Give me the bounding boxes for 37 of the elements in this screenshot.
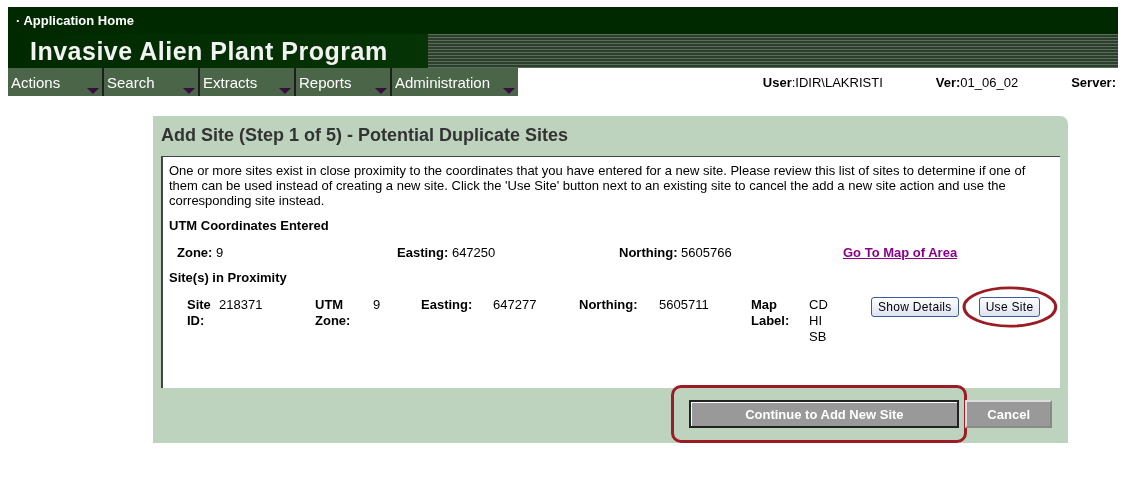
- menu-item[interactable]: Administration: [392, 68, 518, 96]
- field-value: CD: [809, 297, 828, 313]
- field-label: Site ID:: [187, 297, 212, 329]
- section-heading: Site(s) in Proximity: [169, 270, 288, 285]
- site-button[interactable]: Use Site: [978, 297, 1041, 317]
- home-link[interactable]: · Application Home: [16, 13, 134, 28]
- coordinate-field: Northing: 5605766: [619, 245, 843, 260]
- field-value: SB: [809, 329, 828, 345]
- caret-icon: [183, 88, 195, 94]
- coordinate-field: Easting: 647250: [397, 245, 619, 260]
- caret-icon: [503, 88, 515, 94]
- site-button[interactable]: Show Details: [871, 297, 959, 317]
- menu-item[interactable]: Search: [104, 68, 198, 96]
- panel-title: Add Site (Step 1 of 5) - Potential Duplicate Sites: [161, 124, 570, 147]
- caret-icon: [87, 88, 99, 94]
- field-label: Easting:: [421, 297, 474, 313]
- user-info: User:IDIR\LAKRISTI: [762, 74, 883, 90]
- caret-icon: [279, 88, 291, 94]
- section-heading: UTM Coordinates Entered: [169, 218, 330, 233]
- user-info: Ver:01_06_02: [935, 74, 1019, 90]
- field-value: 647277: [493, 297, 537, 313]
- field-label: UTM Zone:: [315, 297, 352, 329]
- field-value: HI: [809, 313, 823, 329]
- menu-item[interactable]: Extracts: [200, 68, 294, 96]
- description: One or more sites exist in close proximity to the coordinates that you have entered for a new site. Please review this list of sites to determine if one of them can be used instead of creating a new site. Click the 'Use Site' button next to an existing site to cancel the add a new site action and use the corresponding site instead.: [169, 163, 1027, 208]
- coordinate-field: Zone: 9: [177, 245, 397, 260]
- map-link[interactable]: Go To Map of Area: [843, 245, 958, 260]
- field-label: Northing:: [579, 297, 639, 313]
- field-value: 218371: [219, 297, 263, 313]
- caret-icon: [375, 88, 387, 94]
- field-value: 9: [373, 297, 381, 313]
- field-value: 5605711: [659, 297, 709, 313]
- app-title: Invasive Alien Plant Program: [29, 36, 388, 66]
- menu-item[interactable]: Reports: [296, 68, 390, 96]
- menu-item[interactable]: Actions: [8, 68, 102, 96]
- field-label: Map Label:: [751, 297, 791, 330]
- user-info: Server:: [1071, 74, 1116, 90]
